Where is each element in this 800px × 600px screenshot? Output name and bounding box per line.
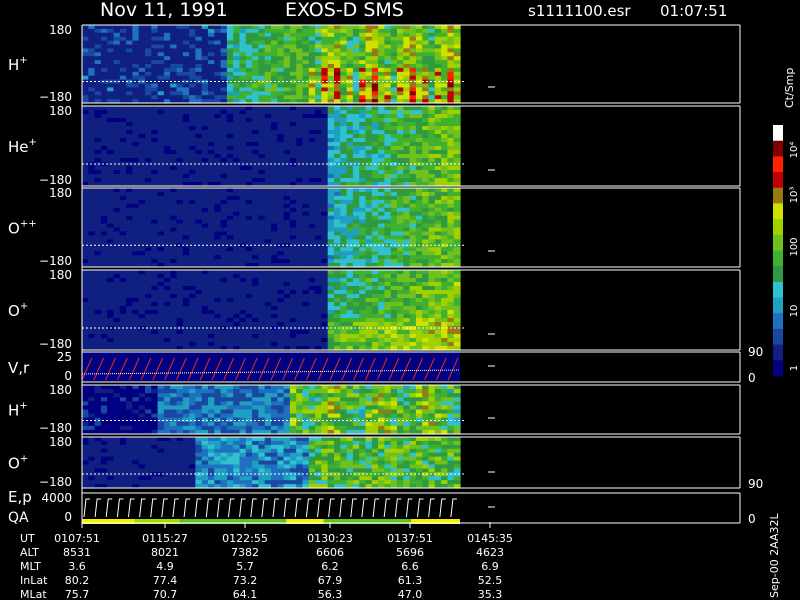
colorbar-swatch [773,266,783,283]
header-file: s1111100.esr [528,2,631,20]
orbit-value: 6.9 [481,560,499,573]
orbit-value: 77.4 [153,574,178,587]
header-date: Nov 11, 1991 [100,0,228,21]
orbit-value: 0115:27 [142,532,188,545]
colorbar-swatch [773,140,783,157]
orbit-value: 8021 [151,546,179,559]
header-mission: EXOS-D SMS [285,0,404,21]
orbit-label-alt: ALT [20,546,39,559]
colorbar-swatch [773,187,783,204]
panel-label-superscript: + [19,55,27,66]
panel-right-bottom-7: 90 [748,477,763,491]
colorbar-swatch [773,297,783,314]
colorbar-swatch [773,234,783,251]
panel-ymin-7: −180 [39,475,72,489]
orbit-value: 47.0 [398,588,423,600]
orbit-value: 67.9 [318,574,343,587]
panel-ymax-6: 180 [49,383,72,397]
orbit-value: 7382 [231,546,259,559]
colorbar-swatch [773,313,783,330]
orbit-value: 64.1 [233,588,258,600]
panel-ymin-5: 0 [64,369,72,383]
panel-ymax-5: 25 [57,350,72,364]
orbit-value: 0130:23 [307,532,353,545]
panel-label-8: E,p [8,488,32,506]
panel-label-superscript: + [29,137,37,148]
panel-right-top-5: 90 [748,345,763,359]
vr-background [82,352,460,382]
orbit-value: 5.7 [236,560,254,573]
panel-ymin-4: −180 [39,337,72,351]
colorbar-swatch [773,219,783,236]
panel-label-superscript: + [20,301,28,312]
colorbar-title: Ct/Smp [783,68,796,108]
colorbar-swatch [773,360,783,377]
orbit-value: 80.2 [65,574,90,587]
colorbar-swatch [773,250,783,267]
colorbar-tick-label: 10 [789,305,800,318]
orbit-value: 6.6 [401,560,419,573]
spectrogram-figure: Nov 11, 1991 EXOS-D SMS s1111100.esr 01:… [0,0,800,600]
orbit-value: 8531 [63,546,91,559]
colorbar-swatch [773,344,783,361]
orbit-value: 4.9 [156,560,174,573]
orbit-value: 35.3 [478,588,503,600]
colorbar-swatch [773,125,783,142]
panel-ymax-3: 180 [49,186,72,200]
orbit-value: 6606 [316,546,344,559]
panel-ymax-7: 180 [49,435,72,449]
panel-label-superscript: + [20,454,28,465]
orbit-value: 0145:35 [467,532,513,545]
orbit-value: 6.2 [321,560,339,573]
panel-ymin-1: −180 [39,90,72,104]
orbit-value: 0107:51 [54,532,100,545]
panel-ymax-4: 180 [49,268,72,282]
orbit-label-ut: UT [20,532,35,545]
panel-label-superscript: ++ [20,219,37,230]
colorbar-tick-label: 10³ [789,187,800,204]
colorbar-tick-label: 1 [789,365,800,371]
orbit-value: 52.5 [478,574,503,587]
orbit-value: 73.2 [233,574,258,587]
colorbar-tick-label: 10⁴ [789,142,800,159]
panel-label-superscript: + [19,401,27,412]
colorbar-swatch [773,156,783,173]
panel-label2-8: QA [8,510,29,526]
orbit-label-inlat: InLat [20,574,48,587]
panel-label-5: V,r [8,359,30,377]
panel-ymin-2: −180 [39,173,72,187]
orbit-value: 0137:51 [387,532,433,545]
header-time: 01:07:51 [660,2,727,20]
colorbar-swatch [773,281,783,299]
orbit-value: 3.6 [68,560,86,573]
panel-ymin-3: −180 [39,254,72,268]
orbit-value: 4623 [476,546,504,559]
colorbar-tick-label: 100 [789,237,800,256]
panel-ymax-8: 4000 [41,491,72,505]
orbit-value: 56.3 [318,588,343,600]
panel-right-bottom-8: 0 [748,512,756,526]
panel-right-bottom-5: 0 [748,371,756,385]
colorbar-swatch [773,328,783,346]
colorbar-swatch [773,172,783,189]
orbit-value: 0122:55 [222,532,268,545]
panel-ymin-6: −180 [39,421,72,435]
panel-ymax-2: 180 [49,104,72,118]
orbit-value: 5696 [396,546,424,559]
orbit-label-mlt: MLT [20,560,41,573]
orbit-value: 70.7 [153,588,178,600]
colorbar-swatch [773,203,783,220]
panel-ymin-8: 0 [64,510,72,524]
orbit-value: 61.3 [398,574,423,587]
orbit-label-mlat: MLat [20,588,47,600]
orbit-value: 75.7 [65,588,90,600]
panel-ymax-1: 180 [49,23,72,37]
footer-code: Sep-00 2AA32L [768,512,781,598]
